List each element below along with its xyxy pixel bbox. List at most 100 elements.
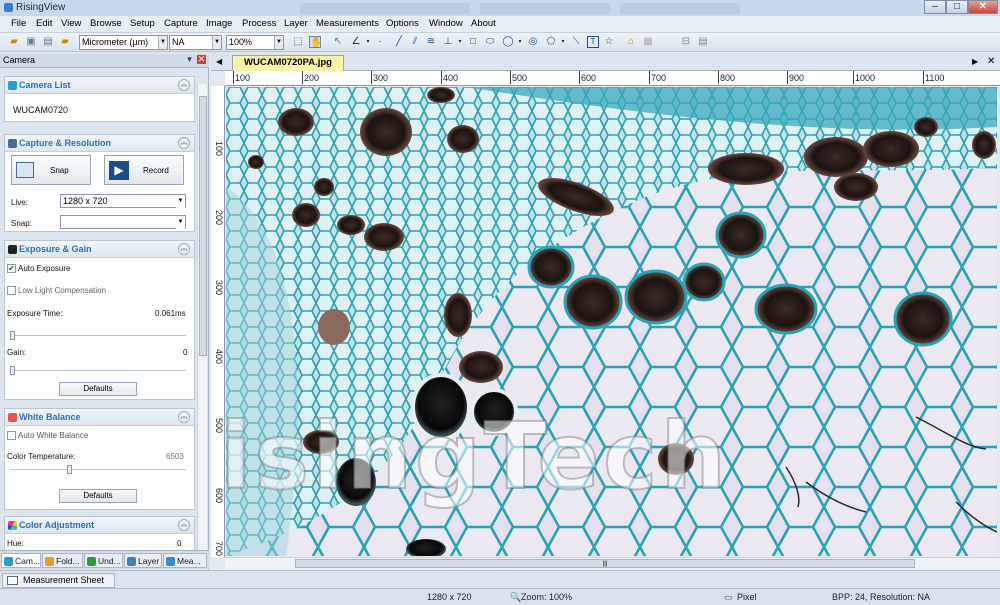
line-icon[interactable]: ╱: [393, 36, 405, 48]
tab-camera[interactable]: Cam...: [1, 553, 41, 568]
menu-file[interactable]: File: [11, 18, 26, 29]
layer-tool-icon[interactable]: ⊟: [680, 36, 692, 48]
menu-window[interactable]: Window: [429, 18, 463, 29]
rect-select-icon[interactable]: ⬚: [292, 36, 304, 48]
tab-measurements[interactable]: Mea...: [163, 553, 207, 568]
white-balance-icon: [8, 413, 17, 422]
tab-label: Measurement Sheet: [23, 575, 105, 585]
menu-process[interactable]: Process: [242, 18, 276, 29]
chevron-down-icon[interactable]: ▾: [557, 36, 569, 48]
collapse-icon[interactable]: ︽: [178, 411, 190, 423]
zoom-select[interactable]: 100% ▼: [226, 35, 284, 50]
close-icon[interactable]: ✕: [197, 55, 206, 64]
exposure-time-slider-thumb[interactable]: [10, 331, 15, 340]
star-icon[interactable]: ☆: [603, 36, 615, 48]
camera-list-item[interactable]: WUCAM0720: [13, 105, 68, 115]
tab-label: Und...: [98, 556, 121, 566]
maximize-button[interactable]: □: [946, 0, 968, 14]
measure-settings-icon[interactable]: ▦: [642, 36, 654, 48]
snap-button[interactable]: Snap: [11, 155, 91, 185]
gain-slider-thumb[interactable]: [10, 366, 15, 375]
menu-browse[interactable]: Browse: [90, 18, 122, 29]
rectangle-icon[interactable]: □: [467, 36, 479, 48]
perpendicular-icon[interactable]: ⊥: [442, 36, 454, 48]
horizontal-scrollbar[interactable]: |||: [225, 557, 1000, 569]
section-header[interactable]: Capture & Resolution ︽: [5, 135, 194, 152]
folder-icon[interactable]: ▰: [59, 36, 71, 48]
tab-scroll-right-icon[interactable]: ▶: [972, 57, 978, 66]
color-temperature-slider-thumb[interactable]: [67, 465, 72, 474]
unit-select[interactable]: Micrometer (µm) ▼: [79, 35, 168, 50]
tab-scroll-left-icon[interactable]: ◀: [216, 57, 222, 66]
document-tab-bar: ◀ WUCAM0720PA.jpg ▶ ✕: [211, 54, 1000, 71]
hand-pan-icon[interactable]: ✋: [309, 36, 322, 48]
section-title: Exposure & Gain: [19, 244, 92, 254]
menu-edit[interactable]: Edit: [36, 18, 52, 29]
auto-white-balance-checkbox[interactable]: [7, 431, 16, 440]
record-button[interactable]: ▶ Record: [104, 155, 184, 185]
document-tab[interactable]: WUCAM0720PA.jpg: [232, 55, 344, 71]
collapse-icon[interactable]: ︽: [178, 137, 190, 149]
calibrate-icon[interactable]: ⌂: [625, 36, 637, 48]
pointer-icon[interactable]: ↖: [332, 36, 344, 48]
pin-icon[interactable]: ▾: [185, 55, 194, 64]
low-light-checkbox[interactable]: [7, 286, 16, 295]
close-document-icon[interactable]: ✕: [987, 56, 995, 67]
tab-measurement-sheet[interactable]: Measurement Sheet: [2, 573, 115, 588]
chevron-down-icon: ▼: [212, 36, 221, 49]
ruler-tick: 900: [786, 71, 805, 84]
white-balance-defaults-button[interactable]: Defaults: [59, 489, 137, 503]
chevron-down-icon[interactable]: ▾: [454, 36, 466, 48]
section-header[interactable]: Color Adjustment ︽: [5, 517, 194, 534]
section-header[interactable]: White Balance ︽: [5, 409, 194, 426]
tab-undo[interactable]: Und...: [84, 553, 123, 568]
collapse-icon[interactable]: ︽: [178, 79, 190, 91]
menu-view[interactable]: View: [61, 18, 81, 29]
chevron-down-icon[interactable]: ▾: [362, 36, 374, 48]
annulus-icon[interactable]: ◎: [527, 36, 539, 48]
minimize-button[interactable]: –: [924, 0, 946, 14]
polygon-icon[interactable]: ⬠: [545, 36, 557, 48]
open-folder-icon[interactable]: ▰: [8, 36, 20, 48]
magnification-select[interactable]: NA ▼: [169, 35, 222, 50]
text-icon[interactable]: T: [587, 36, 599, 48]
section-header[interactable]: Exposure & Gain ︽: [5, 241, 194, 258]
export-icon[interactable]: ▤: [697, 36, 709, 48]
menu-about[interactable]: About: [471, 18, 496, 29]
menu-measurements[interactable]: Measurements: [316, 18, 379, 29]
tab-folder[interactable]: Fold...: [42, 553, 83, 568]
ellipse-icon[interactable]: ⬭: [484, 36, 496, 48]
menu-capture[interactable]: Capture: [164, 18, 198, 29]
live-resolution-select[interactable]: 1280 x 720 ▼: [60, 194, 186, 208]
exposure-defaults-button[interactable]: Defaults: [59, 382, 137, 396]
gain-label: Gain:: [7, 348, 27, 357]
multi-parallel-icon[interactable]: ≋: [425, 36, 437, 48]
section-header[interactable]: Camera List ︽: [5, 77, 194, 94]
panel-scrollbar[interactable]: [197, 84, 207, 552]
menu-image[interactable]: Image: [206, 18, 232, 29]
play-icon: ▶: [109, 161, 129, 180]
parallel-lines-icon[interactable]: ⫽: [409, 36, 421, 48]
circle-icon[interactable]: ◯: [502, 36, 514, 48]
scrollbar-thumb[interactable]: [199, 96, 207, 356]
auto-exposure-checkbox[interactable]: ✔: [7, 264, 16, 273]
save-icon[interactable]: ▣: [25, 36, 37, 48]
print-icon[interactable]: ▤: [42, 36, 54, 48]
ruler-tick: 500: [509, 71, 528, 84]
menu-layer[interactable]: Layer: [284, 18, 308, 29]
scrollbar-thumb[interactable]: |||: [295, 559, 915, 568]
chevron-down-icon[interactable]: ▾: [514, 36, 526, 48]
collapse-icon[interactable]: ︽: [178, 519, 190, 531]
menu-options[interactable]: Options: [386, 18, 419, 29]
menu-setup[interactable]: Setup: [130, 18, 155, 29]
camera-panel-title: Camera: [3, 55, 36, 65]
collapse-icon[interactable]: ︽: [178, 243, 190, 255]
tab-layer[interactable]: Layer: [124, 553, 162, 568]
toolbar: ▰ ▣ ▤ ▰ Micrometer (µm) ▼ NA ▼ 100% ▼ ⬚ …: [0, 33, 1000, 52]
curve-icon[interactable]: ⟍: [570, 36, 582, 48]
angle-icon[interactable]: ∠: [350, 36, 362, 48]
snap-resolution-select[interactable]: ▼: [60, 215, 186, 229]
point-icon[interactable]: ·: [374, 36, 386, 48]
close-button[interactable]: ✕: [968, 0, 998, 14]
microscope-image[interactable]: RisingTech: [226, 87, 997, 556]
